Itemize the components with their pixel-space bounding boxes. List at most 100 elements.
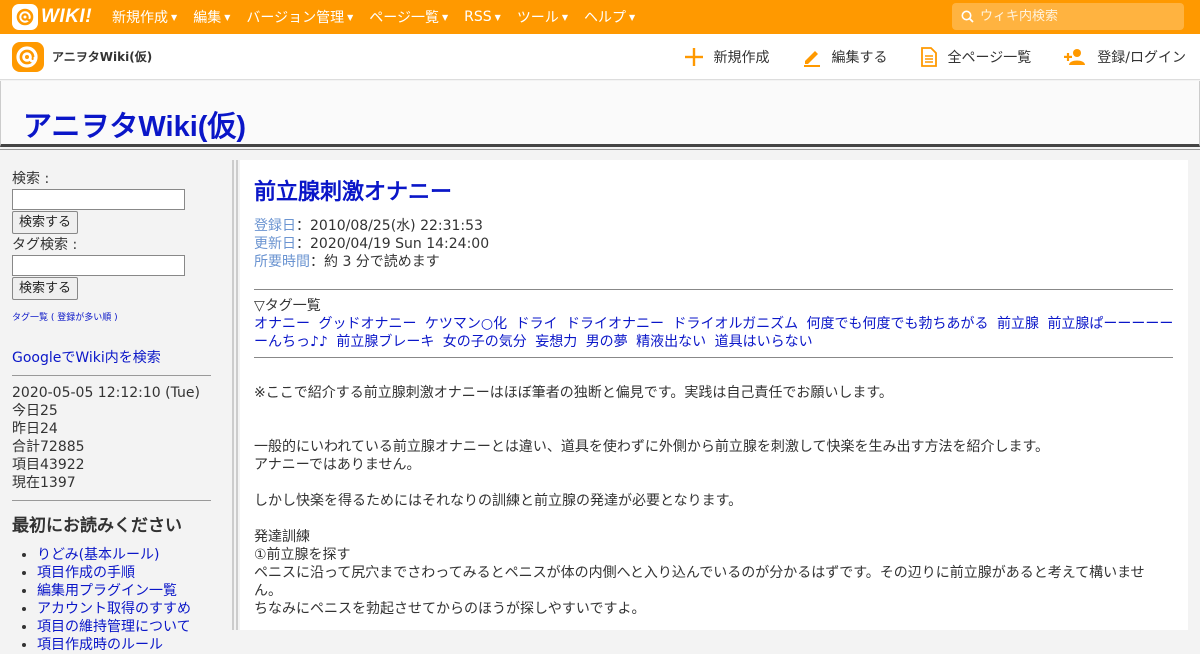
tag-section: ▽タグ一覧 オナニー グッドオナニー ケツマン○化 ドライ ドライオナニー ドラ…	[254, 297, 1174, 351]
paragraph: 発達訓練	[254, 529, 310, 545]
caret-down-icon: ▼	[441, 12, 449, 22]
paragraph: ①前立腺を探す	[254, 547, 351, 563]
plus-icon	[684, 48, 703, 66]
caret-down-icon: ▼	[171, 12, 178, 22]
list-item: 編集用プラグイン一覧	[37, 582, 232, 600]
tag-link[interactable]: 前立腺ブレーキ	[336, 334, 434, 350]
tag-link[interactable]: ドライオナニー	[566, 316, 664, 332]
tag-link[interactable]: オナニー	[254, 316, 310, 332]
tag-link[interactable]: 妄想力	[535, 334, 577, 350]
content-divider	[254, 357, 1173, 358]
list-item: 項目作成時のルール	[37, 636, 232, 654]
tag-links: タグ一覧 ( 登録が多い順 )	[12, 310, 232, 323]
tag-popular-link[interactable]: 登録が多い順	[57, 313, 111, 323]
menu-pages[interactable]: ページ一覧 ▼	[369, 7, 448, 27]
menu-label: RSS	[464, 9, 492, 25]
menu-version[interactable]: バージョン管理 ▼	[246, 7, 353, 27]
read-first-list: りどみ(基本ルール) 項目作成の手順 編集用プラグイン一覧 アカウント取得のすす…	[12, 546, 232, 654]
header-divider	[0, 149, 1200, 150]
paragraph: ちなみにペニスを勃起させてからのほうが探しやすいですよ。	[254, 601, 646, 617]
caret-down-icon: ▼	[628, 12, 636, 22]
tag-search-input[interactable]	[12, 255, 185, 276]
tag-link[interactable]: ケツマン○化	[425, 316, 507, 332]
sidebar-divider	[12, 375, 211, 376]
menu-label: バージョン管理	[246, 10, 345, 26]
read-first-link[interactable]: 項目の維持管理について	[37, 619, 191, 635]
wiki-title[interactable]: アニヲタWiki(仮)	[23, 103, 246, 145]
tag-link[interactable]: ドライオルガニズム	[672, 316, 798, 332]
search-icon	[961, 10, 974, 23]
tag-link[interactable]: 女の子の気分	[443, 334, 527, 350]
list-item: りどみ(基本ルール)	[37, 546, 232, 564]
read-first-link[interactable]: 項目作成時のルール	[37, 637, 163, 653]
atwiki-logo[interactable]: WIKI!	[12, 4, 92, 30]
read-first-link[interactable]: アカウント取得のすすめ	[37, 601, 191, 617]
readtime-value: ：約 3 分で読めます	[310, 254, 440, 270]
search-label: 検索 :	[12, 171, 50, 187]
counter-today: 今日25	[12, 403, 58, 419]
wiki-search-box	[952, 3, 1184, 30]
list-item: 項目作成の手順	[37, 564, 232, 582]
document-icon	[920, 47, 937, 67]
list-item: アカウント取得のすすめ	[37, 600, 232, 618]
counter-datetime: 2020-05-05 12:12:10 (Tue)	[12, 385, 200, 401]
tag-link[interactable]: 男の夢	[586, 334, 628, 350]
content-divider	[254, 289, 1173, 290]
global-menu: 新規作成 ▼ 編集 ▼ バージョン管理 ▼ ページ一覧 ▼ RSS ▼ ツール ▼ ヘルプ ▼	[104, 7, 643, 27]
menu-tools[interactable]: ツール ▼	[517, 7, 568, 27]
paren-open: (	[48, 313, 58, 323]
wiki-search-input[interactable]	[980, 9, 1170, 24]
menu-label: 新規作成	[112, 10, 169, 26]
global-header: WIKI! 新規作成 ▼ 編集 ▼ バージョン管理 ▼ ページ一覧 ▼ RSS ▼ ツール…	[0, 0, 1200, 34]
tag-link[interactable]: 精液出ない	[636, 334, 706, 350]
site-name: アニヲタWiki(仮)	[52, 50, 153, 64]
tag-link[interactable]: 何度でも何度でも勃ちあがる	[807, 316, 989, 332]
tags-label: ▽タグ一覧	[254, 298, 321, 314]
registered-value: ：2010/08/25(水) 22:31:53	[296, 218, 483, 234]
updated-row: 更新日：2020/04/19 Sun 14:24:00	[254, 235, 1174, 253]
caret-down-icon: ▼	[347, 12, 354, 22]
all-pages-button[interactable]: 全ページ一覧	[920, 47, 1031, 67]
tag-link[interactable]: 道具はいらない	[715, 334, 813, 350]
list-item: 項目の維持管理について	[37, 618, 232, 636]
tag-search-button[interactable]: 検索する	[12, 277, 79, 300]
counter-yesterday: 昨日24	[12, 421, 58, 437]
sidebar-divider	[12, 500, 211, 501]
pencil-icon	[803, 51, 820, 67]
logo-text: WIKI!	[41, 6, 93, 27]
read-first-link[interactable]: 編集用プラグイン一覧	[37, 583, 177, 599]
google-search-link[interactable]: GoogleでWiki内を検索	[12, 347, 232, 367]
caret-down-icon: ▼	[224, 12, 231, 22]
nav-label: 登録/ログイン	[1097, 50, 1186, 66]
updated-value: ：2020/04/19 Sun 14:24:00	[296, 236, 490, 252]
paragraph: ※ここで紹介する前立腺刺激オナニーはほぼ筆者の独断と偏見です。実践は自己責任でお…	[254, 385, 893, 401]
site-logo[interactable]: アニヲタWiki(仮)	[12, 41, 153, 72]
login-button[interactable]: 登録/ログイン	[1063, 47, 1186, 67]
tag-link[interactable]: グッドオナニー	[318, 316, 416, 332]
tag-link[interactable]: 前立腺	[997, 316, 1039, 332]
tag-link[interactable]: ドライ	[516, 316, 558, 332]
page-meta: 登録日：2010/08/25(水) 22:31:53 更新日：2020/04/1…	[254, 217, 1174, 271]
menu-label: ページ一覧	[369, 10, 439, 26]
page-title[interactable]: 前立腺刺激オナニー	[254, 174, 1174, 206]
menu-edit[interactable]: 編集 ▼	[193, 7, 230, 27]
read-first-link[interactable]: りどみ(基本ルール)	[37, 547, 160, 563]
tag-list-link[interactable]: タグ一覧	[12, 313, 48, 323]
new-page-button[interactable]: 新規作成	[684, 47, 770, 67]
menu-label: 編集	[193, 10, 222, 26]
tag-list: オナニー グッドオナニー ケツマン○化 ドライ ドライオナニー ドライオルガニズ…	[254, 315, 1174, 351]
read-first-link[interactable]: 項目作成の手順	[37, 565, 135, 581]
paragraph: しかし快楽を得るためにはそれなりの訓練と前立腺の発達が必要となります。	[254, 493, 743, 509]
edit-page-button[interactable]: 編集する	[802, 47, 888, 67]
menu-help[interactable]: ヘルプ ▼	[584, 7, 635, 27]
menu-rss[interactable]: RSS ▼	[464, 9, 501, 25]
caret-down-icon: ▼	[494, 12, 501, 22]
readtime-label: 所要時間	[254, 254, 310, 270]
menu-new[interactable]: 新規作成 ▼	[112, 7, 177, 27]
nav-label: 新規作成	[713, 50, 770, 66]
paragraph: アナニーではありません。	[254, 457, 421, 473]
search-button[interactable]: 検索する	[12, 211, 79, 234]
sidebar-search-input[interactable]	[12, 189, 185, 210]
readtime-row: 所要時間：約 3 分で読めます	[254, 253, 1174, 271]
paragraph: ペニスに沿って尻穴までさわってみるとペニスが体の内側へと入り込んでいるのが分かる…	[254, 565, 1145, 599]
